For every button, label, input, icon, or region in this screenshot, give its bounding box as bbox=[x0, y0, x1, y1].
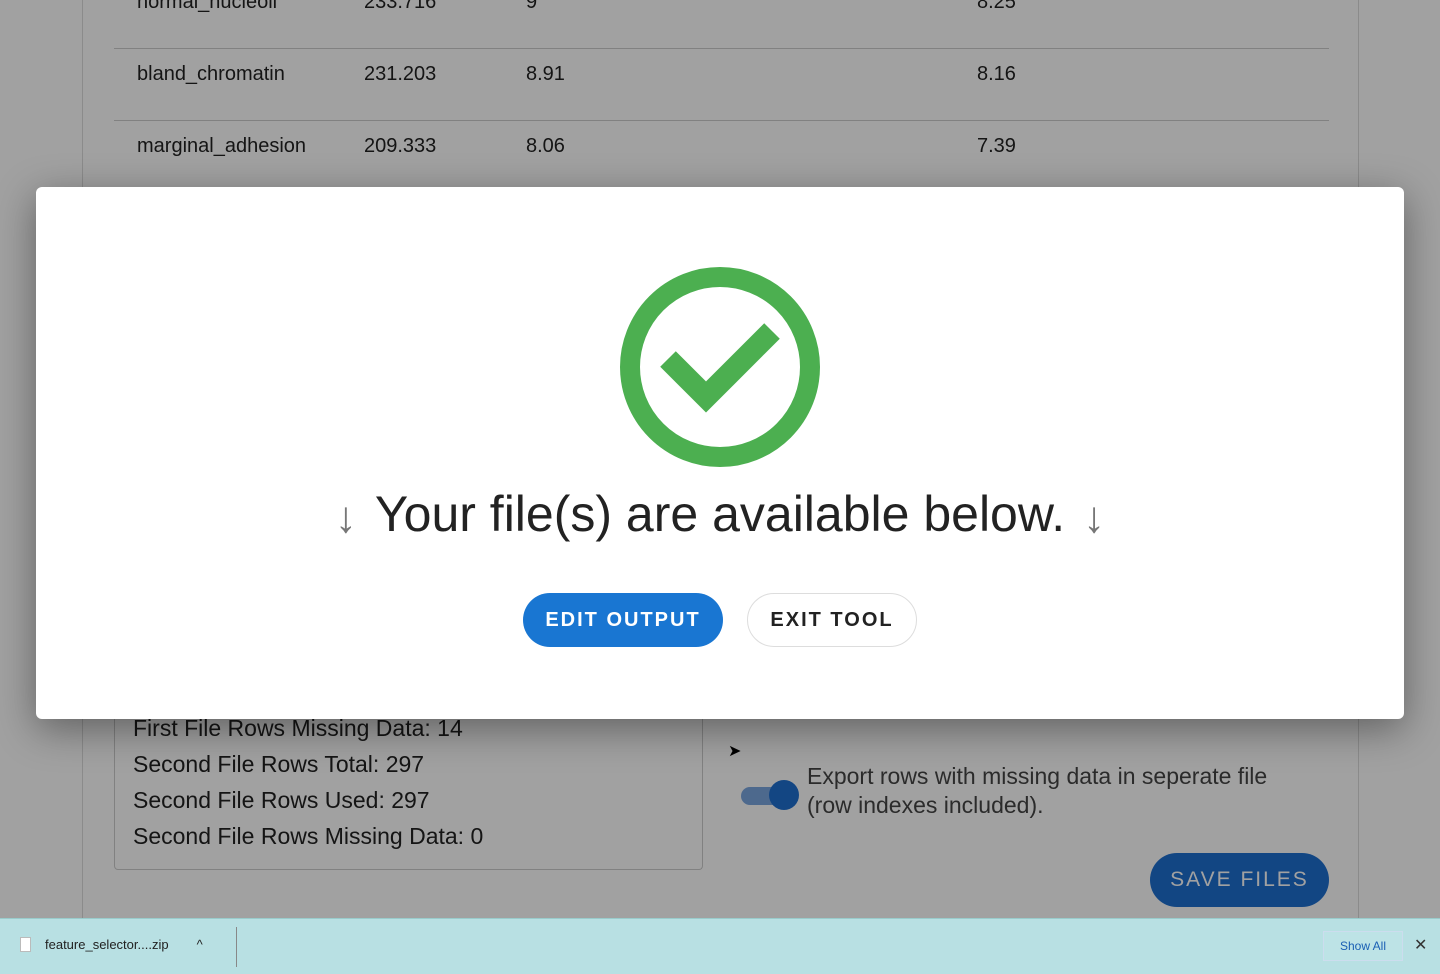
message-text: Your file(s) are available below. bbox=[374, 486, 1066, 542]
edit-output-button[interactable]: EDIT OUTPUT bbox=[523, 593, 723, 647]
divider bbox=[236, 927, 237, 967]
success-dialog: ↓ Your file(s) are available below. ↓ EDIT… bbox=[36, 187, 1404, 719]
mouse-cursor-icon: ➤ bbox=[728, 743, 742, 760]
download-filename: feature_selector....zip bbox=[45, 937, 169, 952]
success-message: ↓ Your file(s) are available below. ↓ bbox=[36, 485, 1404, 543]
download-item[interactable]: feature_selector....zip ^ bbox=[20, 937, 203, 952]
check-circle-icon bbox=[620, 267, 820, 467]
show-all-button[interactable]: Show All bbox=[1323, 931, 1403, 961]
file-icon bbox=[20, 937, 31, 952]
chevron-up-icon[interactable]: ^ bbox=[197, 937, 203, 952]
arrow-down-icon: ↓ bbox=[1083, 492, 1106, 542]
arrow-down-icon: ↓ bbox=[334, 492, 357, 542]
close-icon[interactable]: ✕ bbox=[1414, 935, 1427, 955]
exit-tool-button[interactable]: EXIT TOOL bbox=[747, 593, 917, 647]
download-bar: feature_selector....zip ^ Show All ✕ bbox=[0, 918, 1440, 974]
